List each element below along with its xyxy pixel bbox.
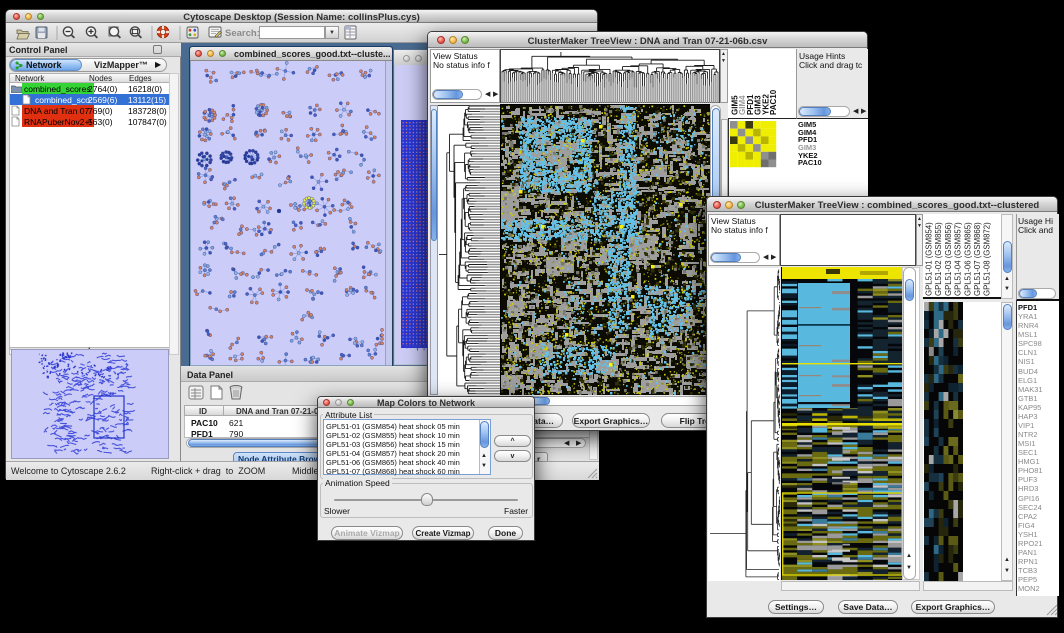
svg-text:GPL51-01 (GSM854): GPL51-01 (GSM854) — [925, 222, 934, 296]
svg-text:GPL51-06 (GSM865): GPL51-06 (GSM865) — [963, 222, 972, 296]
svg-text:GPL51-03 (GSM856): GPL51-03 (GSM856) — [944, 222, 953, 296]
svg-text:GPL51-08 (GSM872): GPL51-08 (GSM872) — [983, 222, 992, 296]
svg-text:GPL51-02 (GSM855): GPL51-02 (GSM855) — [934, 222, 943, 296]
svg-text:GPL51-07 (GSM868): GPL51-07 (GSM868) — [973, 222, 982, 296]
svg-text:GPL51-04 (GSM857): GPL51-04 (GSM857) — [954, 222, 963, 296]
